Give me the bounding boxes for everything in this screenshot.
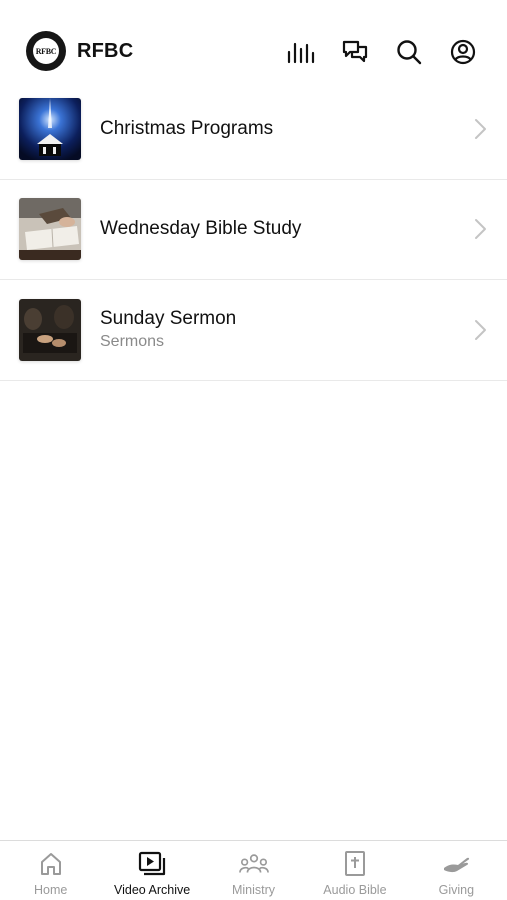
list-item-text: Wednesday Bible Study	[100, 218, 301, 240]
bible-study-thumbnail	[19, 198, 81, 261]
search-icon[interactable]	[395, 38, 423, 66]
account-icon[interactable]	[449, 38, 477, 66]
video-library-icon	[137, 850, 167, 878]
chevron-right-icon	[475, 319, 486, 340]
tab-audio-bible[interactable]: Audio Bible	[304, 841, 405, 900]
brand-title: RFBC	[77, 39, 134, 62]
brand-area[interactable]: RFBC RFBC	[26, 31, 133, 71]
header-actions	[287, 38, 477, 66]
tab-ministry[interactable]: Ministry	[203, 841, 304, 900]
list-item-title: Sunday Sermon	[100, 308, 237, 330]
list-item[interactable]: Christmas Programs	[0, 79, 507, 180]
tab-label: Video Archive	[114, 883, 191, 897]
logo-mark: RFBC	[33, 38, 59, 64]
video-archive-list: Christmas Programs Wednesday Bible Study…	[0, 79, 507, 381]
tab-label: Ministry	[231, 883, 276, 897]
group-icon	[238, 850, 269, 878]
list-item-text: Christmas Programs	[100, 118, 273, 140]
tab-label: Audio Bible	[323, 883, 387, 897]
list-item[interactable]: Sunday Sermon Sermons	[0, 280, 507, 381]
list-item-title: Christmas Programs	[100, 117, 274, 139]
home-icon	[36, 850, 66, 878]
bible-icon	[340, 850, 370, 878]
chevron-right-icon	[475, 118, 486, 139]
bottom-tab-bar: Home Video Archive Ministry Audio Bible …	[0, 840, 507, 900]
giving-hand-icon	[441, 850, 471, 878]
equalizer-icon[interactable]	[287, 38, 315, 66]
list-item-title: Wednesday Bible Study	[100, 218, 302, 240]
chevron-right-icon	[475, 219, 486, 240]
tab-video-archive[interactable]: Video Archive	[101, 841, 202, 900]
tab-label: Home	[34, 883, 68, 897]
chat-icon[interactable]	[341, 38, 369, 66]
app-screen: RFBC RFBC Christmas Programs Wednesday B…	[0, 0, 507, 900]
christmas-thumbnail	[19, 97, 81, 160]
church-logo: RFBC	[26, 31, 66, 71]
list-item-text: Sunday Sermon Sermons	[100, 308, 236, 351]
tab-label: Giving	[438, 883, 475, 897]
tab-giving[interactable]: Giving	[406, 841, 507, 900]
sermon-thumbnail	[19, 298, 81, 361]
list-item-subtitle: Sermons	[100, 333, 165, 351]
tab-home[interactable]: Home	[0, 841, 101, 900]
list-item[interactable]: Wednesday Bible Study	[0, 179, 507, 280]
